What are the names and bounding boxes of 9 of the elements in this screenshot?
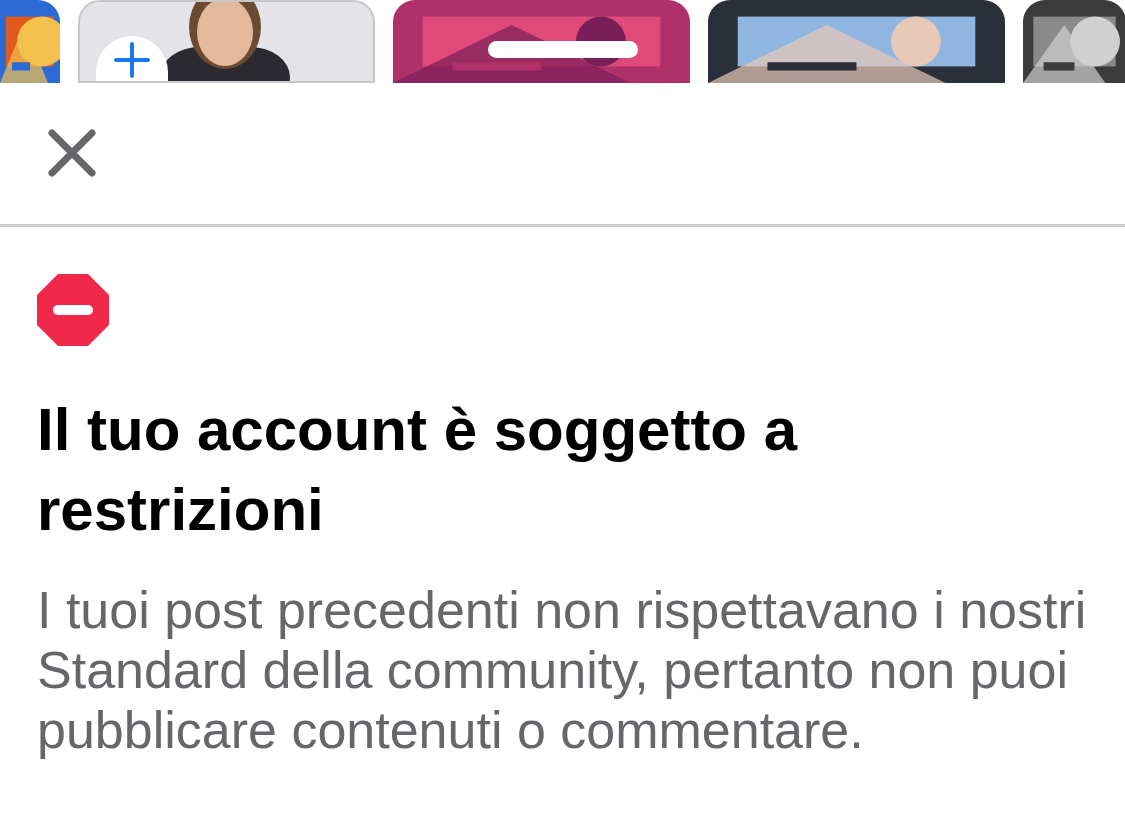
close-icon (48, 128, 96, 177)
story-card[interactable] (78, 0, 375, 83)
sheet-title: Il tuo account è soggetto a restrizioni (37, 395, 799, 545)
plus-icon (114, 41, 150, 78)
close-button[interactable] (48, 128, 98, 179)
add-story-button[interactable] (96, 36, 168, 81)
stop-icon (37, 274, 109, 346)
sheet-message: I tuoi post precedenti non rispettavano i nostri Standard della community, pertanto non puoi pubblicare contenuti o commentare. (37, 580, 1088, 760)
drag-handle[interactable] (488, 41, 638, 58)
